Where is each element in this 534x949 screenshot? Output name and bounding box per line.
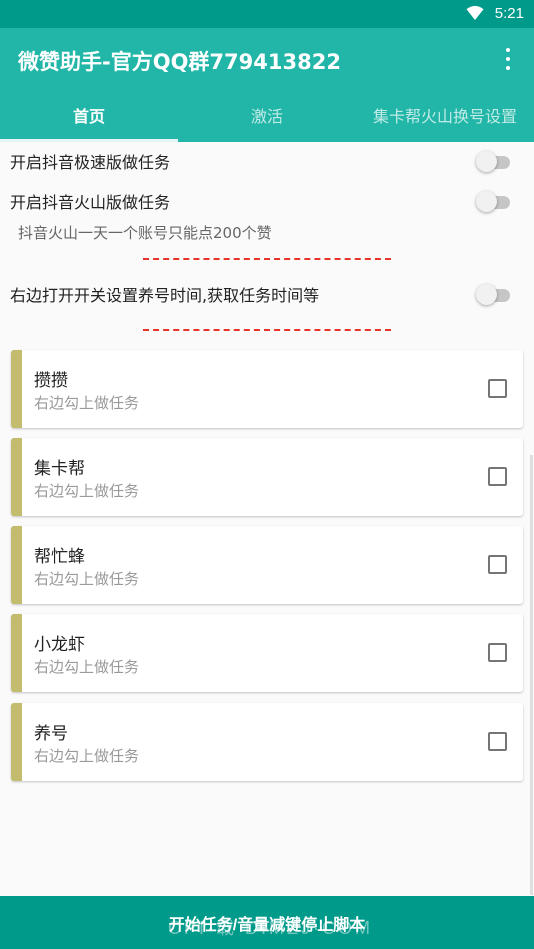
status-time: 5:21 <box>494 5 524 22</box>
tab-home[interactable]: 首页 <box>0 88 178 142</box>
task-checkbox[interactable] <box>488 643 507 662</box>
card-accent <box>11 438 22 516</box>
setting-row-douyin-huoshan: 开启抖音火山版做任务 <box>0 181 534 221</box>
douyin-huoshan-switch[interactable] <box>476 190 512 212</box>
setting-label: 右边打开开关设置养号时间,获取任务时间等 <box>10 286 320 305</box>
douyin-lite-switch[interactable] <box>476 150 512 172</box>
scrollbar[interactable] <box>530 455 533 895</box>
card-accent <box>11 526 22 604</box>
divider <box>143 329 391 331</box>
task-subtitle: 右边勾上做任务 <box>34 658 140 676</box>
task-subtitle: 右边勾上做任务 <box>34 394 140 412</box>
status-bar: 5:21 <box>0 0 534 28</box>
task-card-bangmangfeng[interactable]: 帮忙蜂 右边勾上做任务 <box>11 526 523 604</box>
tab-activate[interactable]: 激活 <box>178 88 356 142</box>
card-accent <box>11 614 22 692</box>
task-name: 攒攒 <box>34 371 68 391</box>
setting-row-douyin-lite: 开启抖音极速版做任务 <box>0 141 534 181</box>
task-name: 小龙虾 <box>34 635 85 655</box>
tab-bar: 首页 激活 集卡帮火山换号设置 <box>0 88 534 142</box>
huoshan-limit-note: 抖音火山一天一个账号只能点200个赞 <box>18 224 272 242</box>
start-task-button[interactable]: 开始任务/音量减键停止脚本 <box>0 896 534 949</box>
task-checkbox[interactable] <box>488 379 507 398</box>
task-card-xiaolongxia[interactable]: 小龙虾 右边勾上做任务 <box>11 614 523 692</box>
divider <box>143 258 391 260</box>
task-subtitle: 右边勾上做任务 <box>34 747 140 765</box>
task-checkbox[interactable] <box>488 555 507 574</box>
task-name: 养号 <box>34 724 68 744</box>
more-vert-icon[interactable] <box>498 48 518 70</box>
task-subtitle: 右边勾上做任务 <box>34 482 140 500</box>
task-name: 集卡帮 <box>34 459 85 479</box>
task-card-yanghao[interactable]: 养号 右边勾上做任务 <box>11 703 523 781</box>
task-name: 帮忙蜂 <box>34 547 85 567</box>
card-accent <box>11 703 22 781</box>
task-card-jikabang[interactable]: 集卡帮 右边勾上做任务 <box>11 438 523 516</box>
task-checkbox[interactable] <box>488 732 507 751</box>
tab-jikabang-settings[interactable]: 集卡帮火山换号设置 <box>356 88 534 142</box>
nurture-time-switch[interactable] <box>476 283 512 305</box>
setting-label: 开启抖音极速版做任务 <box>10 153 171 172</box>
wifi-icon <box>466 5 484 20</box>
app-bar: 微赞助手-官方QQ群779413822 首页 激活 集卡帮火山换号设置 <box>0 28 534 142</box>
setting-label: 开启抖音火山版做任务 <box>10 193 171 212</box>
card-accent <box>11 350 22 428</box>
task-subtitle: 右边勾上做任务 <box>34 570 140 588</box>
task-card-zanzan[interactable]: 攒攒 右边勾上做任务 <box>11 350 523 428</box>
setting-row-nurture-time: 右边打开开关设置养号时间,获取任务时间等 <box>0 274 534 314</box>
app-title: 微赞助手-官方QQ群779413822 <box>18 50 341 74</box>
task-checkbox[interactable] <box>488 467 507 486</box>
